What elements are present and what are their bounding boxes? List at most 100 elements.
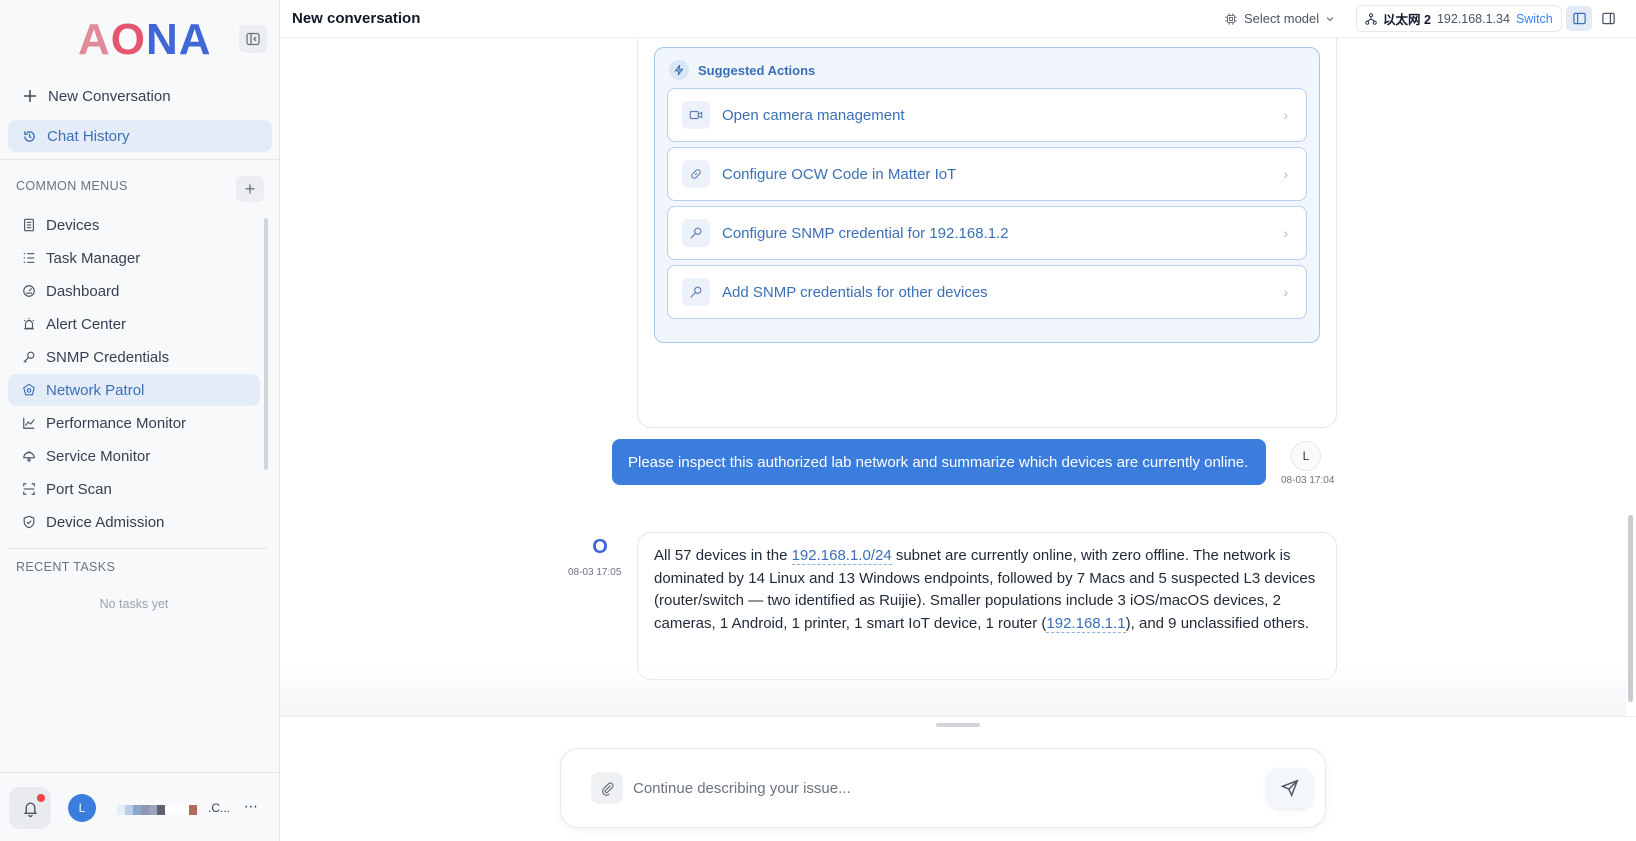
divider — [8, 548, 268, 549]
chat-scrollbar-thumb[interactable] — [1628, 515, 1633, 702]
common-menu-list: Devices Task Manager Dashboard Alert Cen… — [0, 207, 272, 541]
attach-button[interactable] — [591, 772, 623, 804]
suggested-action-configure-ocw[interactable]: Configure OCW Code in Matter IoT › — [667, 147, 1307, 201]
menu-item-label: Performance Monitor — [46, 414, 187, 432]
suggested-action-add-snmp[interactable]: Add SNMP credentials for other devices › — [667, 265, 1307, 319]
chevron-right-icon: › — [1283, 107, 1288, 123]
network-selector: 以太网 2 192.168.1.34 Switch — [1356, 5, 1562, 32]
page-title: New conversation — [292, 10, 421, 27]
message-input[interactable] — [633, 775, 1233, 801]
menu-item-devices[interactable]: Devices — [8, 209, 260, 241]
assistant-message-time: 08-03 17:05 — [568, 567, 622, 578]
chat-scrollbar[interactable] — [1628, 40, 1633, 712]
key-icon — [682, 219, 710, 247]
menu-item-label: Task Manager — [46, 249, 141, 267]
plus-icon — [24, 90, 36, 102]
avatar[interactable]: L — [68, 794, 96, 822]
suggested-actions-title: Suggested Actions — [698, 62, 816, 78]
model-select-label: Select model — [1244, 11, 1320, 26]
common-menus-heading: COMMON MENUS — [16, 179, 128, 193]
resize-handle[interactable] — [936, 723, 980, 727]
divider — [0, 159, 280, 160]
app-logo[interactable]: AONA — [78, 14, 212, 66]
key-icon — [23, 351, 35, 363]
task-list-icon — [23, 253, 35, 263]
patrol-icon — [23, 383, 35, 396]
model-select[interactable]: Select model — [1224, 11, 1335, 26]
alert-icon — [23, 317, 35, 330]
menu-item-network-patrol[interactable]: Network Patrol — [8, 374, 260, 406]
chat-area: Suggested Actions Open camera management… — [280, 38, 1626, 716]
send-button[interactable] — [1267, 768, 1313, 808]
logo-wordmark: AONA — [78, 15, 212, 64]
lightning-icon — [669, 60, 689, 80]
menu-item-label: Devices — [46, 216, 100, 234]
suggested-actions-panel: Suggested Actions Open camera management… — [654, 47, 1320, 343]
network-ip: 192.168.1.34 — [1436, 11, 1510, 26]
menu-item-label: SNMP Credentials — [46, 348, 170, 366]
menu-item-label: Device Admission — [46, 513, 165, 531]
new-conversation-button[interactable]: New Conversation — [8, 80, 272, 112]
composer-zone — [280, 716, 1636, 841]
camera-icon — [682, 101, 710, 129]
network-name: 以太网 2 — [1383, 13, 1431, 27]
suggested-action-label: Configure SNMP credential for 192.168.1.… — [722, 224, 1009, 242]
suggested-actions-header: Suggested Actions — [669, 60, 815, 80]
collapse-sidebar-button[interactable] — [239, 25, 267, 53]
network-topology-icon — [1365, 12, 1377, 25]
menu-item-device-admission[interactable]: Device Admission — [8, 506, 260, 538]
no-tasks-text: No tasks yet — [99, 597, 169, 611]
menu-item-label: Port Scan — [46, 480, 112, 498]
left-panel-icon — [1572, 12, 1586, 25]
router-ip-link[interactable]: 192.168.1.1 — [1046, 614, 1126, 633]
suggested-action-configure-snmp[interactable]: Configure SNMP credential for 192.168.1.… — [667, 206, 1307, 260]
menu-item-label: Network Patrol — [46, 381, 145, 399]
menu-item-task-manager[interactable]: Task Manager — [8, 242, 260, 274]
key-icon — [682, 278, 710, 306]
plus-icon: + — [244, 178, 256, 199]
subnet-link[interactable]: 192.168.1.0/24 — [791, 547, 892, 565]
suggested-action-label: Configure OCW Code in Matter IoT — [722, 165, 957, 183]
top-bar: New conversation Select model 以太网 2 192.… — [280, 0, 1636, 38]
assistant-avatar: O — [592, 536, 608, 558]
add-menu-button[interactable]: + — [236, 176, 264, 202]
new-conversation-label: New Conversation — [48, 87, 171, 105]
switch-network-link[interactable]: Switch — [1516, 12, 1553, 26]
menu-item-port-scan[interactable]: Port Scan — [8, 473, 260, 505]
chevron-right-icon: › — [1283, 166, 1288, 182]
user-message-bubble: Please inspect this authorized lab netwo… — [612, 439, 1266, 485]
scroll-fade — [280, 668, 1626, 716]
devices-icon — [24, 218, 34, 232]
reply-text: ), and 9 unclassified others. — [1125, 614, 1310, 632]
layout-right-panel-button[interactable] — [1595, 6, 1621, 31]
menu-item-snmp-credentials[interactable]: SNMP Credentials — [8, 341, 260, 373]
link-icon — [682, 160, 710, 188]
menu-item-performance-monitor[interactable]: Performance Monitor — [8, 407, 260, 439]
layout-left-panel-button[interactable] — [1566, 6, 1592, 31]
more-options-button[interactable]: ⋯ — [244, 798, 259, 815]
sidebar: AONA New Conversation Chat History COMMO… — [0, 0, 280, 841]
suggested-action-open-camera[interactable]: Open camera management › — [667, 88, 1307, 142]
composer — [560, 748, 1326, 828]
user-name-redacted — [117, 805, 197, 815]
chip-icon — [1225, 12, 1237, 25]
right-panel-icon — [1601, 12, 1615, 25]
menu-item-dashboard[interactable]: Dashboard — [8, 275, 260, 307]
notifications-button[interactable] — [9, 787, 51, 829]
shield-check-icon — [23, 515, 35, 529]
notification-dot — [37, 794, 45, 802]
menu-item-label: Dashboard — [46, 282, 120, 300]
user-name-trail: .C... — [208, 801, 231, 815]
chart-line-icon — [23, 417, 35, 429]
chat-history-button[interactable]: Chat History — [8, 120, 272, 152]
menu-item-service-monitor[interactable]: Service Monitor — [8, 440, 260, 472]
menu-item-alert-center[interactable]: Alert Center — [8, 308, 260, 340]
reply-text: All 57 devices in the — [654, 547, 792, 564]
paperclip-icon — [601, 781, 614, 796]
sidebar-scrollbar[interactable] — [264, 218, 268, 470]
sidebar-collapse-icon — [246, 32, 260, 46]
user-message-avatar: L — [1291, 441, 1321, 471]
service-icon — [23, 450, 35, 462]
chevron-right-icon: › — [1283, 225, 1288, 241]
chevron-right-icon: › — [1283, 284, 1288, 300]
